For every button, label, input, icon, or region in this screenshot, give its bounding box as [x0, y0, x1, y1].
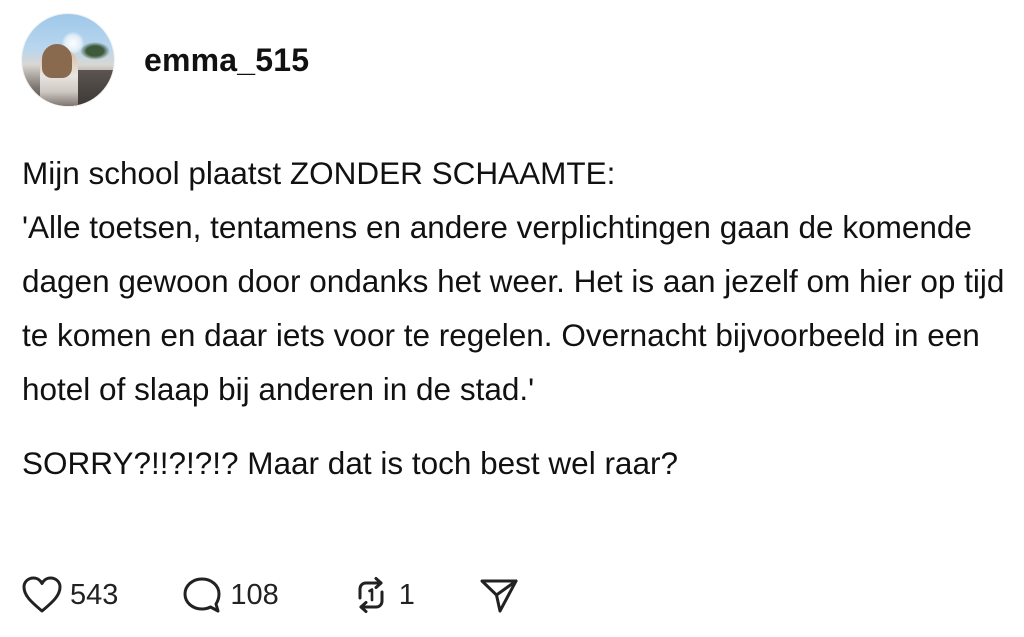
post-paragraph: 'Alle toetsen, tentamens en andere verpl… [22, 209, 1005, 407]
repost-count: 1 [398, 578, 415, 611]
post-header: emma_515 [22, 14, 309, 106]
like-count: 543 [70, 578, 119, 611]
share-button[interactable] [479, 576, 519, 614]
reply-count: 108 [230, 578, 279, 611]
post: emma_515 Mijn school plaatst ZONDER SCHA… [0, 0, 1024, 637]
reply-button[interactable]: 108 [182, 576, 279, 614]
avatar[interactable] [22, 14, 114, 106]
send-icon [479, 576, 519, 614]
action-bar: 543 108 1 [22, 572, 519, 618]
avatar-palm [80, 42, 110, 60]
post-paragraph: SORRY?!!?!?!? Maar dat is toch best wel … [22, 445, 678, 481]
repost-icon [351, 576, 391, 614]
post-body: Mijn school plaatst ZONDER SCHAAMTE: 'Al… [22, 146, 1012, 490]
heart-icon [22, 576, 62, 614]
like-button[interactable]: 543 [22, 576, 118, 614]
avatar-hair [42, 44, 72, 78]
speech-bubble-icon [182, 576, 222, 614]
repost-button[interactable]: 1 [351, 576, 415, 614]
avatar-railing [72, 70, 114, 106]
post-paragraph: Mijn school plaatst ZONDER SCHAAMTE: [22, 155, 616, 191]
username[interactable]: emma_515 [144, 42, 309, 79]
